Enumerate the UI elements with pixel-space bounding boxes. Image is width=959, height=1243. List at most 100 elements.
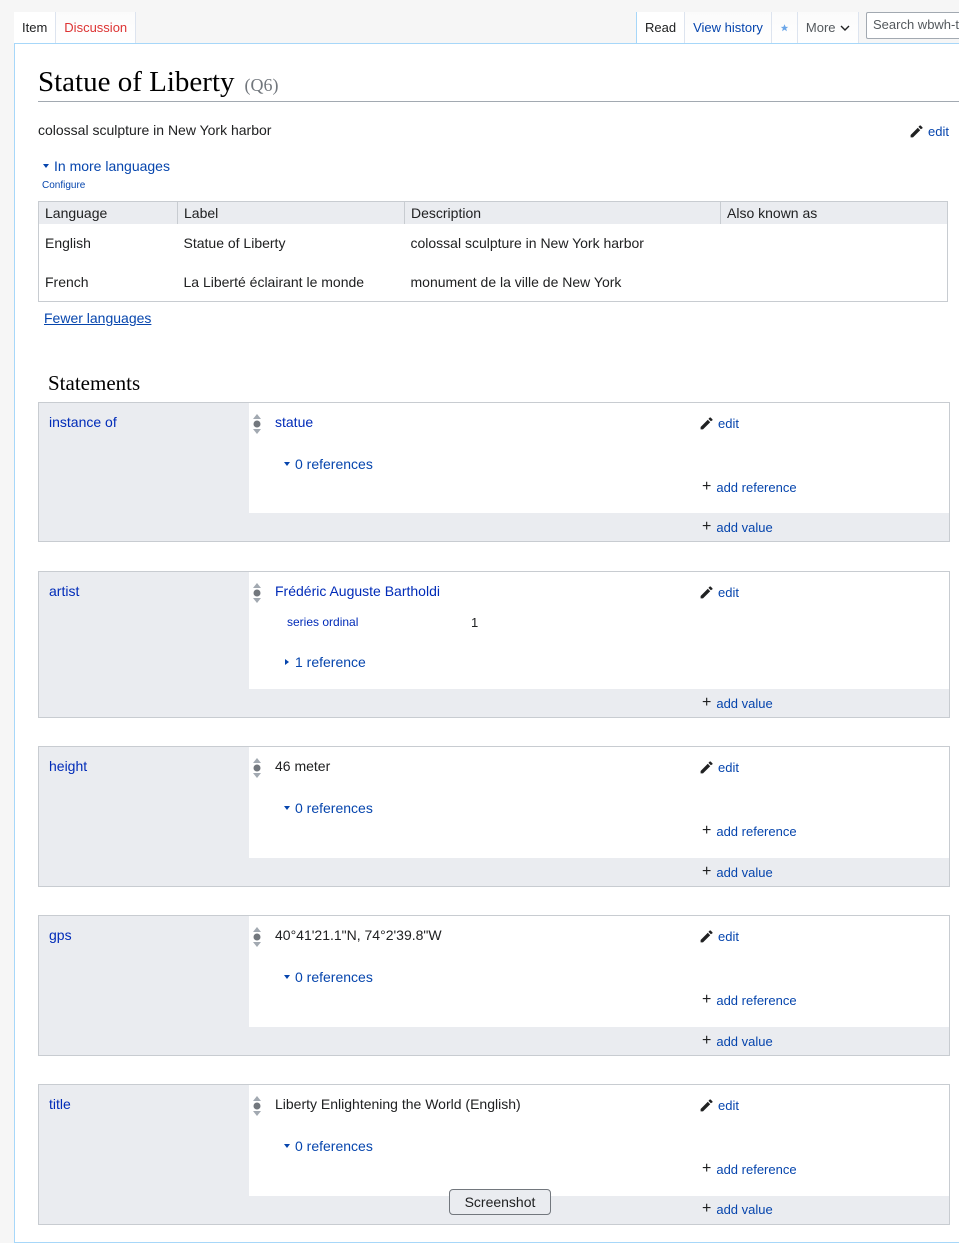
qualifier-value: 1 [471,615,479,630]
property-link[interactable]: instance of [49,414,117,430]
rank-icon [253,1096,261,1116]
add-value-button[interactable]: + add value [702,519,773,535]
edit-statement-button[interactable]: edit [699,1097,739,1113]
references-toggle[interactable]: 0 references [283,800,373,816]
references-label: 0 references [295,800,373,816]
screenshot-button[interactable]: Screenshot [449,1189,551,1215]
references-toggle[interactable]: 0 references [283,969,373,985]
references-toggle[interactable]: 0 references [283,1138,373,1154]
namespace-tabs: Item Discussion [14,12,137,44]
statement-value[interactable]: statue [275,414,313,430]
plus-icon: + [702,694,712,711]
view-tabs: Read View history More [636,12,859,44]
rank-icon [253,583,261,603]
triangle-down-icon [284,975,290,979]
plus-icon: + [702,518,712,535]
fewer-languages-link[interactable]: Fewer languages [44,310,151,326]
rank-selector[interactable] [251,1095,263,1117]
chevron-down-icon [840,25,850,31]
statements-heading: Statements [48,371,141,395]
table-row: French La Liberté éclairant le monde mon… [39,263,948,302]
statement-group-height: height 46 meter edit 0 references + add … [38,746,950,887]
triangle-down-icon [284,1144,290,1148]
references-toggle[interactable]: 0 references [283,456,373,472]
edit-label: edit [718,928,739,944]
add-value-label: add value [716,1201,773,1217]
edit-statement-button[interactable]: edit [699,415,739,431]
watch-button[interactable] [771,12,798,44]
statement-value[interactable]: Frédéric Auguste Bartholdi [275,583,440,599]
plus-icon: + [702,991,712,1008]
in-more-languages-toggle[interactable]: In more languages [42,158,170,174]
tab-read[interactable]: Read [636,12,686,44]
property-link[interactable]: title [49,1096,71,1112]
table-cell: English [45,235,91,251]
tab-item[interactable]: Item [14,12,57,44]
qualifier-property[interactable]: series ordinal [287,615,358,629]
edit-statement-button[interactable]: edit [699,928,739,944]
property-link[interactable]: height [49,758,87,774]
statement-value: Liberty Enlightening the World (English) [275,1096,521,1112]
references-toggle[interactable]: 1 reference [283,654,366,670]
add-reference-label: add reference [716,992,797,1008]
edit-statement-button[interactable]: edit [699,759,739,775]
rank-selector[interactable] [251,926,263,948]
references-label: 0 references [295,456,373,472]
table-cell: La Liberté éclairant le monde [183,273,365,290]
column-header: Description [404,201,721,224]
statement-group-gps: gps 40°41'21.1"N, 74°2'39.8"W edit 0 ref… [38,915,950,1056]
statement-value: 46 meter [275,758,331,774]
statement-group-instance-of: instance of statue edit 0 references + a… [38,402,950,542]
table-cell: colossal sculpture in New York harbor [410,235,644,251]
more-menu[interactable]: More [797,12,859,44]
configure-link[interactable]: Configure [42,180,85,191]
rank-icon [253,758,261,778]
table-cell: monument de la ville de New York [410,273,622,290]
statement: Frédéric Auguste Bartholdi edit series o… [249,572,949,689]
add-value-button[interactable]: + add value [702,864,773,880]
statement: Liberty Enlightening the World (English)… [249,1085,949,1196]
edit-label: edit [718,1097,739,1113]
add-reference-button[interactable]: + add reference [702,823,797,839]
add-value-button[interactable]: + add value [702,1033,773,1049]
pencil-icon [700,586,713,599]
more-label: More [805,20,836,35]
triangle-down-icon [43,164,49,168]
add-reference-button[interactable]: + add reference [702,1161,797,1177]
add-value-button[interactable]: + add value [702,695,773,711]
content-area: Statue of Liberty (Q6) colossal sculpture… [14,43,959,1243]
rank-selector[interactable] [251,582,263,604]
search-input[interactable]: Search wbwh-t [866,12,959,39]
statement: statue edit 0 references + add reference [249,403,949,513]
page-title: Statue of Liberty (Q6) [38,66,959,102]
references-label: 1 reference [295,654,366,670]
triangle-right-icon [285,659,289,665]
rank-icon [253,414,261,434]
edit-label: edit [718,759,739,775]
plus-icon: + [702,1032,712,1049]
rank-selector[interactable] [251,757,263,779]
property-link[interactable]: artist [49,583,79,599]
edit-terms-button[interactable]: edit [909,123,949,139]
edit-label: edit [718,415,739,431]
tab-discussion[interactable]: Discussion [56,12,137,44]
table-cell [721,224,948,263]
edit-statement-button[interactable]: edit [699,584,739,600]
add-reference-button[interactable]: + add reference [702,479,797,495]
rank-icon [253,927,261,947]
in-more-languages-label: In more languages [54,158,170,174]
tab-view-history[interactable]: View history [685,12,772,44]
property-link[interactable]: gps [49,927,72,943]
pencil-icon [700,417,713,430]
item-description: colossal sculpture in New York harbor [38,122,272,138]
rank-selector[interactable] [251,413,263,435]
plus-icon: + [702,478,712,495]
references-label: 0 references [295,1138,373,1154]
triangle-down-icon [284,806,290,810]
column-header: Language [38,201,178,224]
statement: 40°41'21.1"N, 74°2'39.8"W edit 0 referen… [249,916,949,1027]
plus-icon: + [702,822,712,839]
table-row: English Statue of Liberty colossal sculp… [39,224,948,263]
star-icon [780,24,789,32]
add-reference-button[interactable]: + add reference [702,992,797,1008]
